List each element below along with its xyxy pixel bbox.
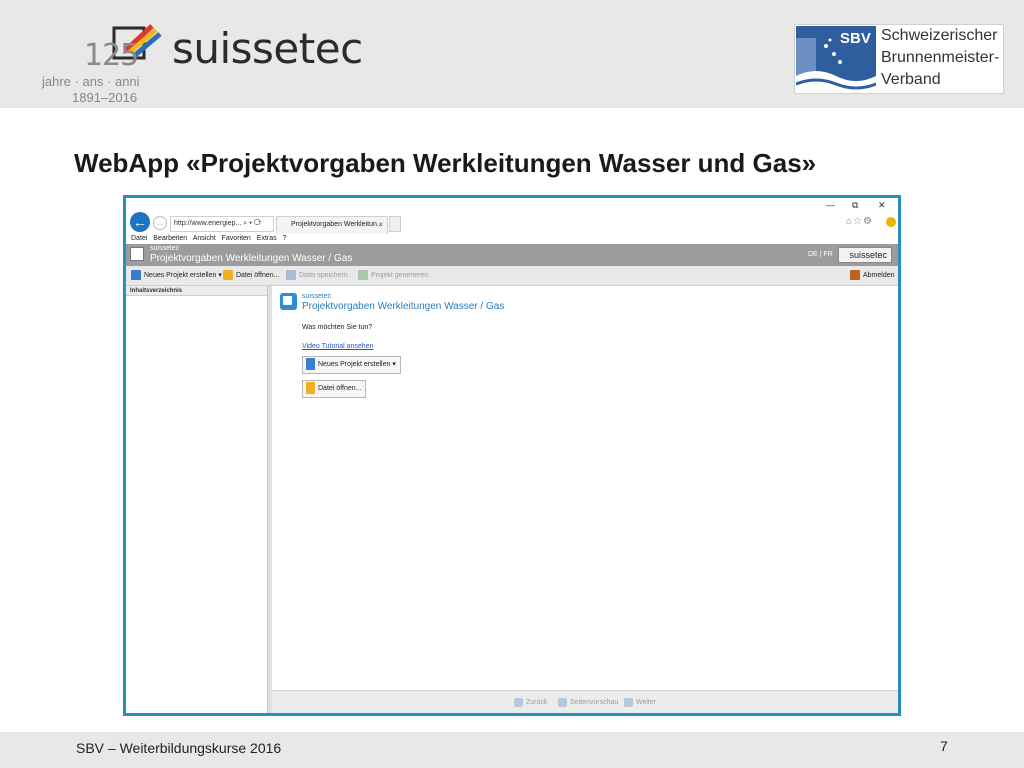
next-triangle-icon [624,697,633,707]
menu-bearbeiten[interactable]: Bearbeiten [153,235,187,242]
next-button[interactable]: Weiter [624,697,656,709]
new-project-button[interactable]: Neues Projekt erstellen ▾ [302,356,401,374]
restore-icon[interactable]: ⧉ [852,200,858,211]
generate-icon [358,270,368,281]
navigation-footer: Zurück Seitenvorschau Weiter [272,690,898,713]
slide-header-band: 125 suissetec jahre · ans · anni 1891–20… [0,0,1024,108]
content-title: Projektvorgaben Werkleitungen Wasser / G… [302,301,505,312]
back-label: Zurück [526,699,548,706]
document-icon [131,270,141,281]
back-button[interactable]: Zurück [514,697,547,709]
address-text: http://www.energiep... [174,220,242,227]
tab-title: Projektvorgaben Werkleitun... [291,221,383,228]
document-icon [306,358,315,371]
logout-label: Abmelden [863,272,895,279]
app-header-sub: suissetec [150,245,180,252]
browser-screenshot-frame: — ⧉ ✕ ← → http://www.energiep... ⌕ ▾ ⟳ P… [123,195,901,716]
user-logout-icon [850,270,860,281]
sbv-name-line3: Verband [881,71,941,88]
logo-number: 125 [84,38,139,73]
browser-home-star-gear-icons[interactable]: ⌂☆⚙ [846,216,873,227]
language-switch[interactable]: DE | FR [808,251,833,258]
main-content: suissetec Projektvorgaben Werkleitungen … [272,286,898,690]
content-question: Was möchten Sie tun? [302,324,373,331]
slide-page-number: 7 [940,738,948,754]
menu-datei[interactable]: Datei [131,235,147,242]
generate-project-toolbar-button[interactable]: Projekt generieren [358,270,428,282]
sbv-logo: SBV Schweizerischer Brunnenmeister- Verb… [794,24,1004,94]
new-tab-button[interactable] [389,216,401,232]
browser-top-bar: — ⧉ ✕ ← → http://www.energiep... ⌕ ▾ ⟳ P… [126,198,898,234]
video-tutorial-link[interactable]: Video Tutorial ansehen [302,343,373,350]
save-icon [286,270,296,281]
address-bar[interactable]: http://www.energiep... ⌕ ▾ ⟳ [170,216,274,232]
open-file-toolbar-button[interactable]: Datei öffnen... [223,270,279,282]
logo-brand-text: suissetec [172,24,363,73]
open-file-label: Datei öffnen... [236,272,280,279]
browser-menubar: Datei Bearbeiten Ansicht Favoriten Extra… [126,234,898,244]
new-project-label: Neues Projekt erstellen ▾ [144,272,222,279]
save-file-toolbar-button[interactable]: Datei speichern... [286,270,353,282]
open-file-button[interactable]: Datei öffnen... [302,380,367,398]
sbv-abbr: SBV [840,30,871,47]
menu-favoriten[interactable]: Favoriten [222,235,251,242]
save-file-label: Datei speichern... [299,272,354,279]
page-preview-button[interactable]: Seitenvorschau [558,697,618,709]
back-arrow-icon[interactable]: ← [130,212,150,232]
preview-icon [558,697,567,707]
tab-close-icon[interactable]: × [378,217,383,233]
footer-course-label: SBV – Weiterbildungskurse 2016 [76,740,282,756]
close-window-icon[interactable]: ✕ [878,200,886,211]
open-file-button-label: Datei öffnen... [318,385,362,392]
sbv-name: Schweizerischer Brunnenmeister- Verband [881,25,999,91]
app-header: suissetec Projektvorgaben Werkleitungen … [126,244,898,266]
slide-footer: SBV – Weiterbildungskurse 2016 7 [0,732,1024,768]
browser-tab[interactable]: Projektvorgaben Werkleitun... × [276,216,388,234]
app-header-title: Projektvorgaben Werkleitungen Wasser / G… [150,253,353,264]
content-sub: suissetec [302,293,332,300]
logout-button[interactable]: Abmelden [850,270,895,282]
slide-title: WebApp «Projektvorgaben Werkleitungen Wa… [74,148,817,178]
folder-open-icon [306,382,315,395]
forward-arrow-icon[interactable]: → [153,216,167,230]
sidebar-header: Inhaltsverzeichnis [126,286,267,296]
next-label: Weiter [636,699,657,706]
menu-help[interactable]: ? [283,235,287,242]
logo-years: 1891–2016 [72,90,138,105]
app-toolbar: Neues Projekt erstellen ▾ Datei öffnen..… [126,266,898,286]
menu-extras[interactable]: Extras [257,235,277,242]
new-project-toolbar-button[interactable]: Neues Projekt erstellen ▾ [131,270,222,282]
back-triangle-icon [514,697,523,707]
menu-ansicht[interactable]: Ansicht [193,235,216,242]
feedback-smiley-icon[interactable] [886,217,896,227]
app-checkbox-logo-icon [130,247,144,261]
folder-open-icon [223,270,233,281]
generate-label: Projekt generieren [371,272,429,279]
suissetec-brand-button[interactable]: suissetec [838,247,892,263]
browser-window: — ⧉ ✕ ← → http://www.energiep... ⌕ ▾ ⟳ P… [126,198,898,713]
app-check-icon [280,293,297,310]
sbv-name-line2: Brunnenmeister- [881,49,1000,66]
minimize-icon[interactable]: — [826,200,835,210]
logo-subtitle: jahre · ans · anni [42,74,140,89]
table-of-contents-panel: Inhaltsverzeichnis [126,286,268,713]
new-project-button-label: Neues Projekt erstellen ▾ [318,361,396,368]
preview-label: Seitenvorschau [570,699,619,706]
address-bar-icons[interactable]: ⌕ ▾ ⟳ [243,220,261,227]
sbv-wave-icon: SBV [796,26,876,92]
sbv-name-line1: Schweizerischer [881,27,998,44]
